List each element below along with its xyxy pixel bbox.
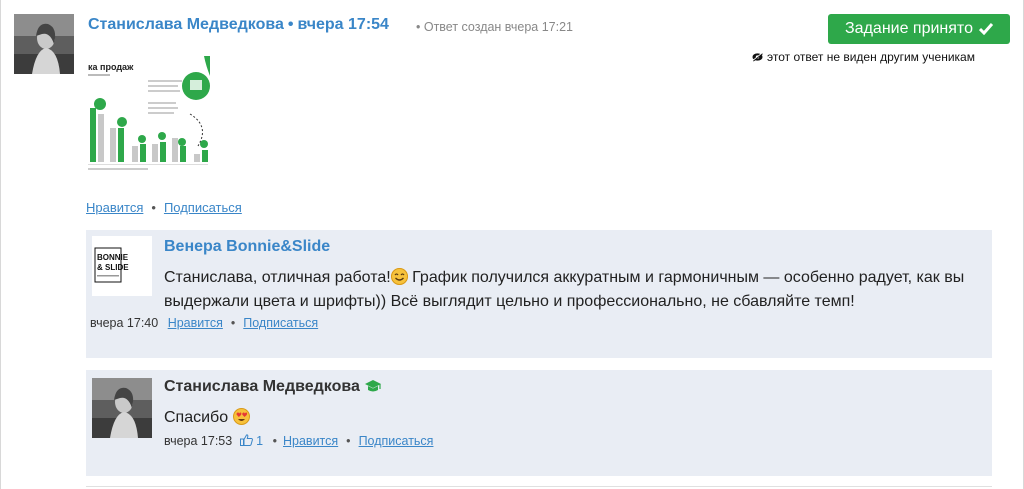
heart-eyes-emoji-icon <box>232 408 250 425</box>
avatar[interactable] <box>92 378 152 438</box>
reply-comment: BONNIE & SLIDE Венера Bonnie&Slide Стани… <box>86 230 992 358</box>
task-accepted-button[interactable]: Задание принято <box>828 14 1010 44</box>
likes-count: 1 <box>256 434 264 448</box>
reply-author[interactable]: Станислава Медведкова <box>164 378 382 396</box>
separator-dot: • <box>346 434 351 448</box>
check-icon <box>978 23 993 35</box>
thumbs-up-icon[interactable] <box>239 434 253 446</box>
like-link[interactable]: Нравится <box>283 434 338 448</box>
smile-emoji-icon <box>390 268 408 285</box>
created-info: • Ответ создан вчера 17:21 <box>416 20 574 34</box>
reply-comment: Станислава Медведкова Спасибо вчера 17:5… <box>86 370 992 476</box>
svg-text:BONNIE: BONNIE <box>97 253 129 262</box>
eye-slash-icon <box>752 52 763 62</box>
reply-time: вчера 17:53 <box>164 434 233 448</box>
graduation-cap-icon <box>365 380 382 392</box>
subscribe-link[interactable]: Подписаться <box>359 434 434 448</box>
post-actions: Нравится • Подписаться <box>86 200 242 215</box>
separator-dot: • <box>272 434 277 448</box>
separator-dot: • <box>287 16 294 33</box>
like-link[interactable]: Нравится <box>86 200 143 215</box>
attachment-image[interactable]: ка продаж <box>86 56 210 176</box>
reply-time: вчера 17:40 <box>90 316 159 330</box>
thumb-title: ка продаж <box>88 62 134 72</box>
avatar[interactable] <box>14 14 74 74</box>
like-link[interactable]: Нравится <box>168 316 223 330</box>
visibility-note: этот ответ не виден другим ученикам <box>752 50 975 64</box>
subscribe-link[interactable]: Подписаться <box>164 200 242 215</box>
bonnie-slide-logo: BONNIE & SLIDE <box>92 236 152 296</box>
reply-author-name[interactable]: Станислава Медведкова <box>164 378 360 395</box>
post-time[interactable]: вчера 17:54 <box>297 16 388 33</box>
reply-author[interactable]: Венера Bonnie&Slide <box>164 238 330 256</box>
separator-dot: • <box>151 200 156 215</box>
reply-text: Спасибо <box>164 406 984 430</box>
subscribe-link[interactable]: Подписаться <box>243 316 318 330</box>
divider <box>86 486 992 487</box>
reply-meta: вчера 17:40 Нравится • Подписаться <box>90 316 318 330</box>
author-name[interactable]: Станислава Медведкова <box>88 16 284 33</box>
separator-dot: • <box>230 316 236 330</box>
accepted-label: Задание принято <box>845 20 973 37</box>
hidden-note-text: этот ответ не виден другим ученикам <box>767 50 975 64</box>
reply-meta: вчера 17:53 1 • Нравится • Подписаться <box>164 434 433 448</box>
avatar[interactable]: BONNIE & SLIDE <box>92 236 152 296</box>
post-author[interactable]: Станислава Медведкова • вчера 17:54 <box>88 16 389 34</box>
reply-text: Станислава, отличная работа! График полу… <box>164 268 965 310</box>
svg-text:& SLIDE: & SLIDE <box>97 263 129 272</box>
